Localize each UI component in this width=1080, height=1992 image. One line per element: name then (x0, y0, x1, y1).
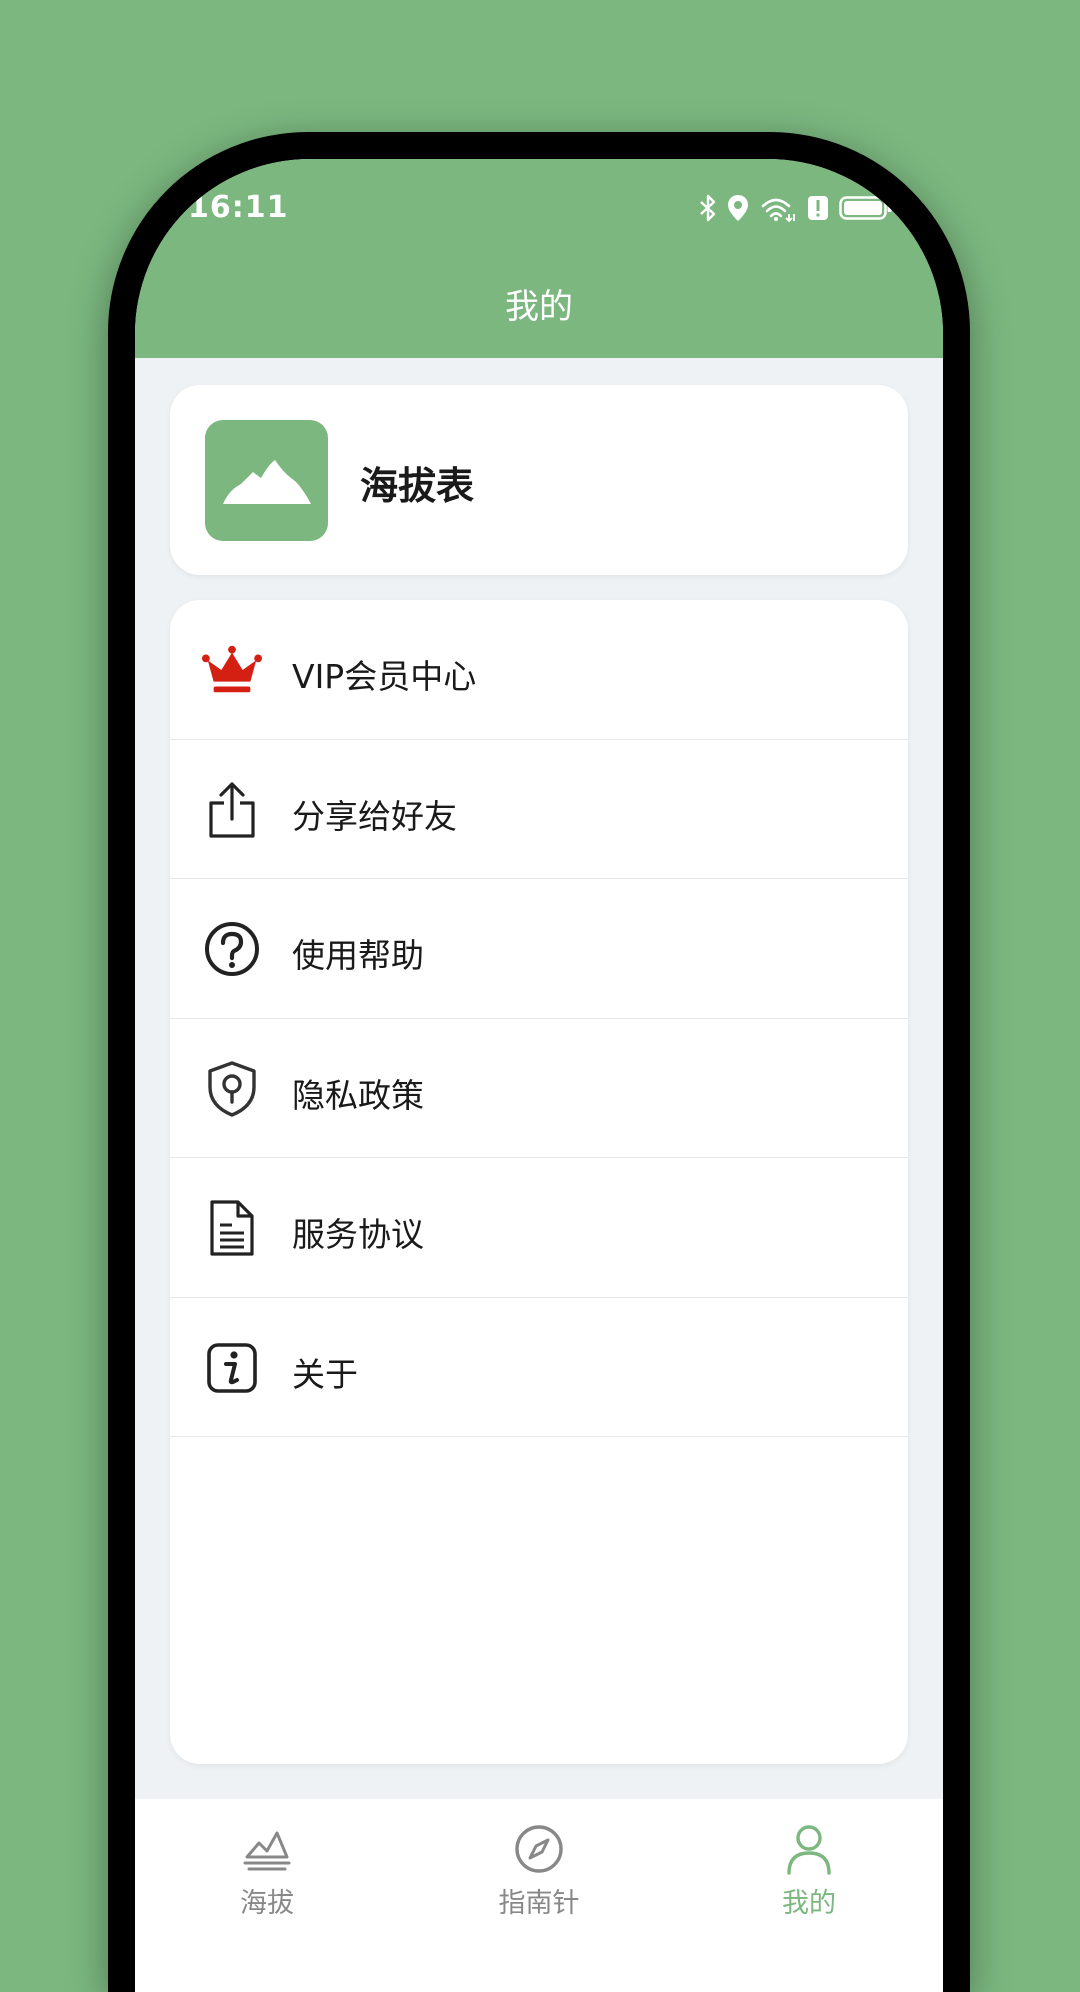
help-icon (205, 922, 259, 976)
menu-item-help[interactable]: 使用帮助 (170, 879, 908, 1019)
menu-label: VIP会员中心 (292, 657, 477, 696)
battery-icon (839, 196, 892, 220)
crown-icon (202, 645, 262, 693)
mountain-icon (243, 1831, 291, 1871)
tab-mine[interactable]: 我的 (719, 1821, 899, 1920)
menu-item-vip[interactable]: VIP会员中心 (170, 600, 908, 740)
document-icon (210, 1200, 254, 1256)
tab-altitude[interactable]: 海拔 (177, 1821, 357, 1920)
location-icon (728, 195, 748, 221)
wifi-icon (761, 198, 795, 222)
menu-label: 隐私政策 (292, 1075, 424, 1115)
share-icon (209, 781, 255, 838)
tab-label: 指南针 (498, 1888, 580, 1919)
menu-label: 分享给好友 (292, 796, 457, 836)
tab-compass[interactable]: 指南针 (449, 1821, 629, 1920)
menu-item-agreement[interactable]: 服务协议 (170, 1158, 908, 1298)
screen: 16:11 我的 海拔表 VIP会员中心 分享给好友 使用帮助 隐私政策 服务协… (135, 159, 943, 1992)
compass-icon (515, 1825, 563, 1873)
menu-item-about[interactable]: 关于 (170, 1298, 908, 1437)
app-info-card: 海拔表 (170, 385, 908, 575)
mountain-logo-icon (222, 459, 311, 504)
bluetooth-icon (700, 194, 716, 222)
status-time: 16:11 (188, 190, 289, 225)
menu-label: 关于 (292, 1354, 358, 1394)
header: 16:11 我的 (135, 159, 943, 358)
phone-frame: 16:11 我的 海拔表 VIP会员中心 分享给好友 使用帮助 隐私政策 服务协… (108, 132, 970, 1992)
info-icon (207, 1342, 257, 1393)
page-title: 我的 (505, 287, 573, 327)
app-logo (205, 420, 328, 541)
app-name: 海拔表 (360, 464, 475, 508)
tab-label: 我的 (782, 1888, 836, 1919)
menu-label: 服务协议 (292, 1215, 424, 1254)
status-icons (699, 193, 893, 223)
person-icon (787, 1825, 831, 1875)
menu-item-share[interactable]: 分享给好友 (170, 740, 908, 879)
tab-label: 海拔 (240, 1888, 294, 1919)
shield-lock-icon (208, 1060, 256, 1117)
menu-list: VIP会员中心 分享给好友 使用帮助 隐私政策 服务协议 关于 (170, 600, 908, 1764)
menu-label: 使用帮助 (292, 936, 424, 975)
alert-icon (808, 196, 828, 220)
menu-item-privacy[interactable]: 隐私政策 (170, 1019, 908, 1158)
bottom-tab-bar: 海拔 指南针 我的 (135, 1799, 943, 1992)
